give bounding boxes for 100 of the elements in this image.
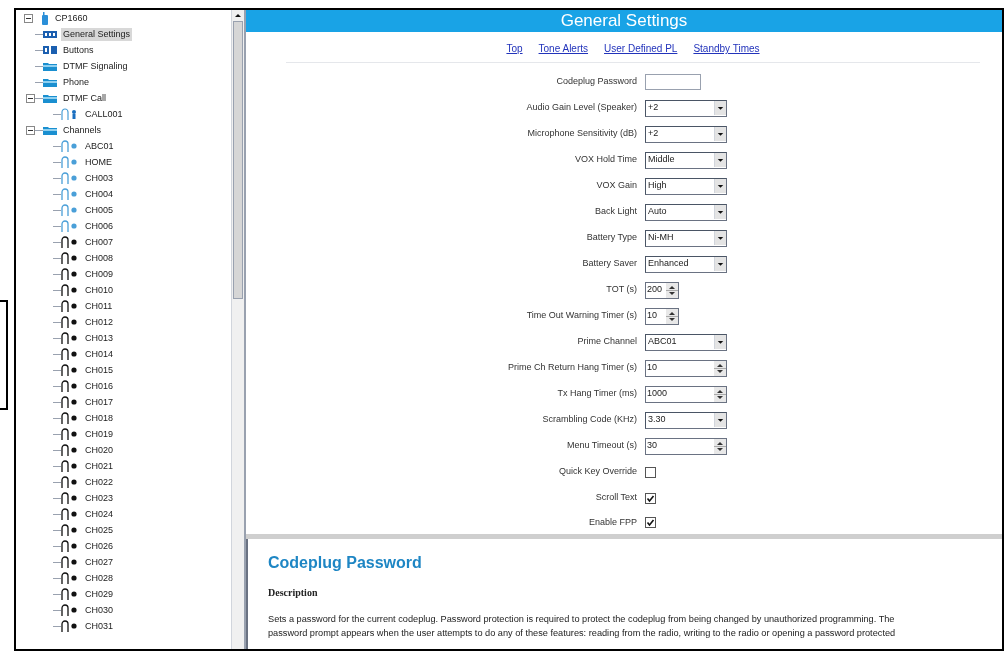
dropdown[interactable]: Ni-MH xyxy=(645,229,727,247)
tree-item[interactable]: CH011 xyxy=(83,299,115,313)
spinner-arrows-icon[interactable] xyxy=(666,308,678,324)
tree-item[interactable]: ABC01 xyxy=(83,139,116,153)
field-label: Scroll Text xyxy=(594,491,638,505)
tree-item[interactable]: CH003 xyxy=(83,171,115,185)
field-label: Tx Hang Timer (ms) xyxy=(556,387,638,401)
tree-item[interactable]: CH006 xyxy=(83,219,115,233)
tree-item[interactable]: CH024 xyxy=(83,507,115,521)
tree-item[interactable]: CH027 xyxy=(83,555,115,569)
field-label: Codeplug Password xyxy=(555,75,638,89)
dropdown[interactable]: Auto xyxy=(645,203,727,221)
dropdown[interactable]: 3.30 xyxy=(645,411,727,429)
field-label: Microphone Sensitivity (dB) xyxy=(526,127,638,141)
tree-item[interactable]: General Settings xyxy=(61,27,133,41)
tree-item[interactable]: CH014 xyxy=(83,347,115,361)
tree-item[interactable]: CH025 xyxy=(83,523,115,537)
tree-item[interactable]: HOME xyxy=(83,155,114,169)
tree-item[interactable]: CH030 xyxy=(83,603,115,617)
folder-icon xyxy=(43,92,57,104)
field-label: Audio Gain Level (Speaker) xyxy=(525,101,638,115)
spinner-arrows-icon[interactable] xyxy=(714,360,726,376)
tree-item[interactable]: CH013 xyxy=(83,331,115,345)
field-label: Prime Channel xyxy=(576,335,638,349)
tree-item[interactable]: CH007 xyxy=(83,235,115,249)
field-label: Quick Key Override xyxy=(557,465,638,479)
tree-item[interactable]: CH028 xyxy=(83,571,115,585)
tree-item[interactable]: CALL001 xyxy=(83,107,125,121)
tree-item[interactable]: CH021 xyxy=(83,459,115,473)
page-title: General Settings xyxy=(246,10,1002,32)
spinner-arrows-icon[interactable] xyxy=(666,282,678,298)
collapse-icon[interactable] xyxy=(26,93,35,103)
scroll-thumb[interactable] xyxy=(233,21,243,299)
tree-item[interactable]: DTMF Call xyxy=(61,91,108,105)
tree-item[interactable]: CH023 xyxy=(83,491,115,505)
field-label: Back Light xyxy=(593,205,638,219)
tree-item[interactable]: CH008 xyxy=(83,251,115,265)
dropdown[interactable]: +2 xyxy=(645,99,727,117)
field-label: Battery Type xyxy=(585,231,638,245)
scrollbar[interactable] xyxy=(231,10,244,649)
password-field[interactable] xyxy=(645,74,701,90)
tree-item[interactable]: Buttons xyxy=(61,43,96,57)
dropdown[interactable]: ABC01 xyxy=(645,333,727,351)
tree-item[interactable]: CH020 xyxy=(83,443,115,457)
tree-item[interactable]: CH026 xyxy=(83,539,115,553)
section-link[interactable]: Tone Alerts xyxy=(538,41,589,56)
folder-icon xyxy=(43,60,57,72)
section-link[interactable]: User Defined PL xyxy=(604,41,678,56)
field-label: TOT (s) xyxy=(605,283,638,297)
section-link[interactable]: Top xyxy=(506,41,523,56)
checkbox[interactable] xyxy=(645,466,656,478)
tree-item[interactable]: CP1660 xyxy=(53,11,90,25)
help-heading: Description xyxy=(268,586,319,600)
collapse-icon[interactable] xyxy=(26,125,35,135)
contact-icon xyxy=(61,108,79,120)
keys-icon xyxy=(43,44,57,56)
field-label: Time Out Warning Timer (s) xyxy=(525,309,638,323)
field-label: Battery Saver xyxy=(581,257,638,271)
folder-icon xyxy=(43,76,57,88)
spin-field[interactable]: 1000 xyxy=(645,385,727,403)
tree-item[interactable]: CH022 xyxy=(83,475,115,489)
tree-item[interactable]: Phone xyxy=(61,75,92,89)
tree-item[interactable]: CH010 xyxy=(83,283,115,297)
folder-icon xyxy=(43,124,57,136)
tree-item[interactable]: CH005 xyxy=(83,203,115,217)
spin-field[interactable]: 200 xyxy=(645,281,679,299)
checkbox[interactable] xyxy=(645,492,656,504)
spin-field[interactable]: 10 xyxy=(645,307,679,325)
checkbox[interactable] xyxy=(645,517,656,528)
field-label: Menu Timeout (s) xyxy=(565,439,638,453)
spin-field[interactable]: 10 xyxy=(645,359,727,377)
dropdown[interactable]: Enhanced xyxy=(645,255,727,273)
field-label: Prime Ch Return Hang Timer (s) xyxy=(506,361,638,375)
tree-item[interactable]: Channels xyxy=(61,123,104,137)
tree-item[interactable]: CH009 xyxy=(83,267,115,281)
field-label: VOX Hold Time xyxy=(573,153,638,167)
tree-item[interactable]: CH017 xyxy=(83,395,115,409)
spinner-arrows-icon[interactable] xyxy=(714,386,726,402)
tree-item[interactable]: CH029 xyxy=(83,587,115,601)
help-text-line: Sets a password for the current codeplug. Password protection is required to protect the codeplug from being changed by unauthorized programming. The xyxy=(268,613,896,626)
tree-item[interactable]: CH004 xyxy=(83,187,115,201)
tree-item[interactable]: DTMF Signaling xyxy=(61,59,130,73)
tree-item[interactable]: CH012 xyxy=(83,315,115,329)
section-link[interactable]: Standby Times xyxy=(693,41,760,56)
spin-field[interactable]: 30 xyxy=(645,437,727,455)
tree-item[interactable]: CH018 xyxy=(83,411,115,425)
dropdown[interactable]: Middle xyxy=(645,151,727,169)
collapse-icon[interactable] xyxy=(24,13,33,23)
field-label: Enable FPP xyxy=(587,515,638,529)
help-text-line: password prompt appears when the user attempts to do any of these features: reading from the radio, writing to the radio or opening a password protected xyxy=(268,627,897,640)
field-label: VOX Gain xyxy=(595,179,638,193)
tree-item[interactable]: CH031 xyxy=(83,619,115,633)
tree-item[interactable]: CH019 xyxy=(83,427,115,441)
radio-icon xyxy=(41,11,49,25)
tree-item[interactable]: CH016 xyxy=(83,379,115,393)
dropdown[interactable]: +2 xyxy=(645,125,727,143)
grid-icon xyxy=(43,28,57,40)
tree-item[interactable]: CH015 xyxy=(83,363,115,377)
spinner-arrows-icon[interactable] xyxy=(714,438,726,454)
dropdown[interactable]: High xyxy=(645,177,727,195)
